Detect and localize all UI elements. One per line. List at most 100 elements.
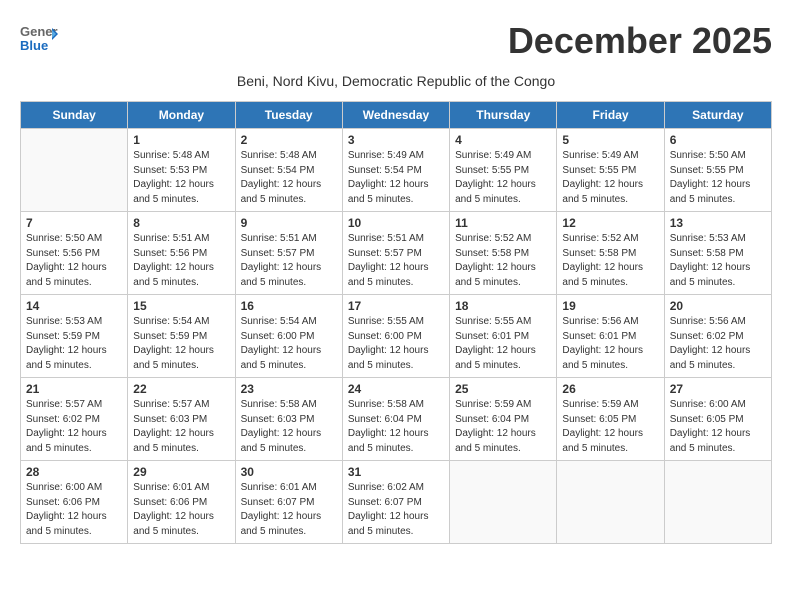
day-info: Sunrise: 5:51 AMSunset: 5:56 PMDaylight:… <box>133 232 229 290</box>
day-info: Sunrise: 5:50 AMSunset: 5:55 PMDaylight:… <box>670 149 766 207</box>
day-number: 24 <box>348 382 444 396</box>
day-number: 26 <box>562 382 658 396</box>
day-info: Sunrise: 5:58 AMSunset: 6:04 PMDaylight:… <box>348 398 444 456</box>
day-info: Sunrise: 5:53 AMSunset: 5:58 PMDaylight:… <box>670 232 766 290</box>
day-info: Sunrise: 5:51 AMSunset: 5:57 PMDaylight:… <box>241 232 337 290</box>
day-number: 25 <box>455 382 551 396</box>
calendar-cell: 29 Sunrise: 6:01 AMSunset: 6:06 PMDayligh… <box>128 461 235 544</box>
calendar-header-monday: Monday <box>128 102 235 129</box>
day-number: 22 <box>133 382 229 396</box>
calendar-cell <box>450 461 557 544</box>
calendar-cell <box>21 129 128 212</box>
day-number: 18 <box>455 299 551 313</box>
day-info: Sunrise: 5:56 AMSunset: 6:01 PMDaylight:… <box>562 315 658 373</box>
day-info: Sunrise: 6:02 AMSunset: 6:07 PMDaylight:… <box>348 481 444 539</box>
calendar-cell: 16 Sunrise: 5:54 AMSunset: 6:00 PMDayligh… <box>235 295 342 378</box>
day-number: 27 <box>670 382 766 396</box>
calendar-table: SundayMondayTuesdayWednesdayThursdayFrid… <box>20 101 772 544</box>
day-number: 20 <box>670 299 766 313</box>
calendar-cell: 1Sunrise: 5:48 AMSunset: 5:53 PMDaylight… <box>128 129 235 212</box>
calendar-cell: 3Sunrise: 5:49 AMSunset: 5:54 PMDaylight… <box>342 129 449 212</box>
day-number: 8 <box>133 216 229 230</box>
calendar-cell: 31 Sunrise: 6:02 AMSunset: 6:07 PMDayligh… <box>342 461 449 544</box>
day-number: 29 <box>133 465 229 479</box>
calendar-cell: 5 Sunrise: 5:49 AMSunset: 5:55 PMDaylight… <box>557 129 664 212</box>
calendar-header-sunday: Sunday <box>21 102 128 129</box>
calendar-header-wednesday: Wednesday <box>342 102 449 129</box>
calendar-cell: 25Sunrise: 5:59 AMSunset: 6:04 PMDayligh… <box>450 378 557 461</box>
calendar-header-friday: Friday <box>557 102 664 129</box>
calendar-subtitle: Beni, Nord Kivu, Democratic Republic of … <box>20 73 772 89</box>
calendar-header-tuesday: Tuesday <box>235 102 342 129</box>
day-info: Sunrise: 5:50 AMSunset: 5:56 PMDaylight:… <box>26 232 122 290</box>
day-number: 4 <box>455 133 551 147</box>
day-number: 13 <box>670 216 766 230</box>
calendar-cell: 27 Sunrise: 6:00 AMSunset: 6:05 PMDayligh… <box>664 378 771 461</box>
day-number: 19 <box>562 299 658 313</box>
day-number: 28 <box>26 465 122 479</box>
day-info: Sunrise: 6:01 AMSunset: 6:06 PMDaylight:… <box>133 481 229 539</box>
calendar-cell: 20Sunrise: 5:56 AMSunset: 6:02 PMDayligh… <box>664 295 771 378</box>
day-info: Sunrise: 5:52 AMSunset: 5:58 PMDaylight:… <box>562 232 658 290</box>
calendar-week-row: 1Sunrise: 5:48 AMSunset: 5:53 PMDaylight… <box>21 129 772 212</box>
calendar-cell: 8 Sunrise: 5:51 AMSunset: 5:56 PMDaylight… <box>128 212 235 295</box>
day-info: Sunrise: 6:00 AMSunset: 6:06 PMDaylight:… <box>26 481 122 539</box>
day-number: 30 <box>241 465 337 479</box>
day-info: Sunrise: 5:58 AMSunset: 6:03 PMDaylight:… <box>241 398 337 456</box>
calendar-cell: 17Sunrise: 5:55 AMSunset: 6:00 PMDayligh… <box>342 295 449 378</box>
calendar-week-row: 14Sunrise: 5:53 AMSunset: 5:59 PMDayligh… <box>21 295 772 378</box>
calendar-cell: 19 Sunrise: 5:56 AMSunset: 6:01 PMDayligh… <box>557 295 664 378</box>
calendar-cell: 14Sunrise: 5:53 AMSunset: 5:59 PMDayligh… <box>21 295 128 378</box>
calendar-cell: 26 Sunrise: 5:59 AMSunset: 6:05 PMDayligh… <box>557 378 664 461</box>
calendar-cell: 11 Sunrise: 5:52 AMSunset: 5:58 PMDayligh… <box>450 212 557 295</box>
calendar-cell: 23 Sunrise: 5:58 AMSunset: 6:03 PMDayligh… <box>235 378 342 461</box>
calendar-cell: 21Sunrise: 5:57 AMSunset: 6:02 PMDayligh… <box>21 378 128 461</box>
calendar-cell: 24 Sunrise: 5:58 AMSunset: 6:04 PMDayligh… <box>342 378 449 461</box>
day-number: 23 <box>241 382 337 396</box>
calendar-week-row: 28 Sunrise: 6:00 AMSunset: 6:06 PMDayligh… <box>21 461 772 544</box>
day-number: 16 <box>241 299 337 313</box>
day-number: 31 <box>348 465 444 479</box>
day-info: Sunrise: 5:51 AMSunset: 5:57 PMDaylight:… <box>348 232 444 290</box>
day-number: 21 <box>26 382 122 396</box>
calendar-cell: 15Sunrise: 5:54 AMSunset: 5:59 PMDayligh… <box>128 295 235 378</box>
calendar-cell: 4 Sunrise: 5:49 AMSunset: 5:55 PMDaylight… <box>450 129 557 212</box>
calendar-cell: 9Sunrise: 5:51 AMSunset: 5:57 PMDaylight… <box>235 212 342 295</box>
day-info: Sunrise: 5:55 AMSunset: 6:00 PMDaylight:… <box>348 315 444 373</box>
calendar-cell <box>557 461 664 544</box>
calendar-header-saturday: Saturday <box>664 102 771 129</box>
day-info: Sunrise: 6:00 AMSunset: 6:05 PMDaylight:… <box>670 398 766 456</box>
calendar-cell <box>664 461 771 544</box>
calendar-cell: 6Sunrise: 5:50 AMSunset: 5:55 PMDaylight… <box>664 129 771 212</box>
day-number: 11 <box>455 216 551 230</box>
calendar-cell: 7Sunrise: 5:50 AMSunset: 5:56 PMDaylight… <box>21 212 128 295</box>
calendar-cell: 13 Sunrise: 5:53 AMSunset: 5:58 PMDayligh… <box>664 212 771 295</box>
calendar-week-row: 7Sunrise: 5:50 AMSunset: 5:56 PMDaylight… <box>21 212 772 295</box>
day-number: 10 <box>348 216 444 230</box>
day-info: Sunrise: 5:48 AMSunset: 5:54 PMDaylight:… <box>241 149 337 207</box>
day-info: Sunrise: 5:57 AMSunset: 6:03 PMDaylight:… <box>133 398 229 456</box>
calendar-cell: 2 Sunrise: 5:48 AMSunset: 5:54 PMDaylight… <box>235 129 342 212</box>
day-info: Sunrise: 6:01 AMSunset: 6:07 PMDaylight:… <box>241 481 337 539</box>
calendar-header-thursday: Thursday <box>450 102 557 129</box>
day-info: Sunrise: 5:53 AMSunset: 5:59 PMDaylight:… <box>26 315 122 373</box>
logo-image: General Blue <box>20 20 58 63</box>
calendar-cell: 30 Sunrise: 6:01 AMSunset: 6:07 PMDayligh… <box>235 461 342 544</box>
day-info: Sunrise: 5:54 AMSunset: 6:00 PMDaylight:… <box>241 315 337 373</box>
day-info: Sunrise: 5:52 AMSunset: 5:58 PMDaylight:… <box>455 232 551 290</box>
calendar-cell: 18Sunrise: 5:55 AMSunset: 6:01 PMDayligh… <box>450 295 557 378</box>
calendar-cell: 22 Sunrise: 5:57 AMSunset: 6:03 PMDayligh… <box>128 378 235 461</box>
page-header: General Blue December 2025 <box>20 20 772 63</box>
calendar-header-row: SundayMondayTuesdayWednesdayThursdayFrid… <box>21 102 772 129</box>
day-number: 12 <box>562 216 658 230</box>
month-title: December 2025 <box>508 20 772 62</box>
calendar-cell: 12 Sunrise: 5:52 AMSunset: 5:58 PMDayligh… <box>557 212 664 295</box>
day-number: 5 <box>562 133 658 147</box>
day-info: Sunrise: 5:49 AMSunset: 5:55 PMDaylight:… <box>455 149 551 207</box>
day-info: Sunrise: 5:54 AMSunset: 5:59 PMDaylight:… <box>133 315 229 373</box>
day-info: Sunrise: 5:59 AMSunset: 6:05 PMDaylight:… <box>562 398 658 456</box>
calendar-cell: 10 Sunrise: 5:51 AMSunset: 5:57 PMDayligh… <box>342 212 449 295</box>
day-number: 2 <box>241 133 337 147</box>
calendar-week-row: 21Sunrise: 5:57 AMSunset: 6:02 PMDayligh… <box>21 378 772 461</box>
day-info: Sunrise: 5:49 AMSunset: 5:55 PMDaylight:… <box>562 149 658 207</box>
